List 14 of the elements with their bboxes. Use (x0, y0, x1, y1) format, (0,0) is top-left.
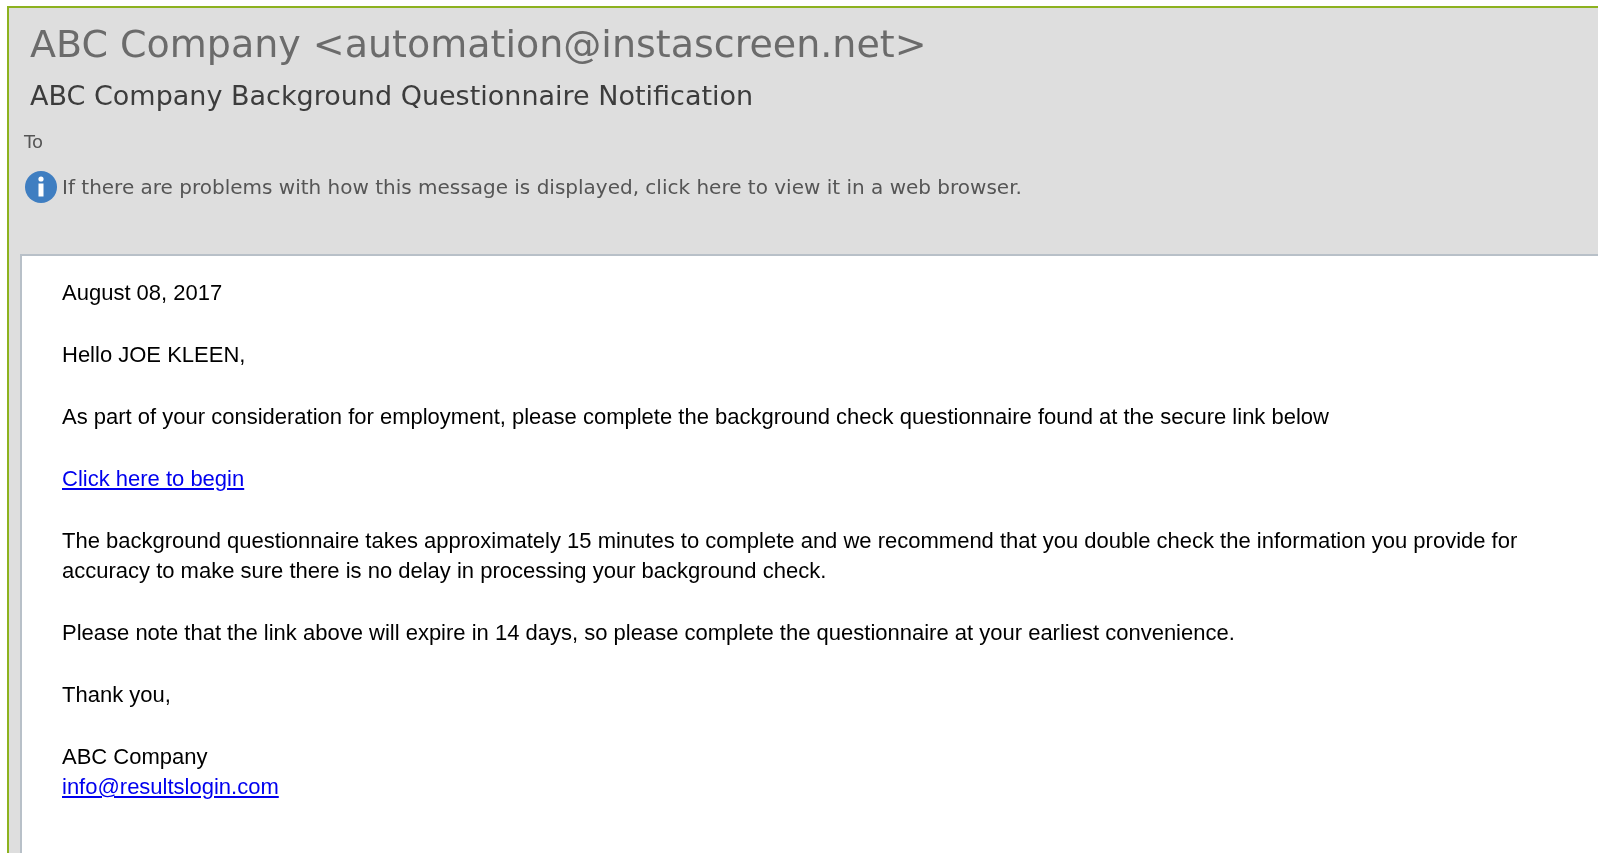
begin-link[interactable]: Click here to begin (62, 464, 245, 494)
sender: ABC Company <automation@instascreen.net> (29, 21, 928, 68)
body-text: The background questionnaire takes approximately 15 minutes to complete and we recommend that you double check the information you provide for accuracy to make sure there is no delay in processing your background check. (62, 527, 1519, 585)
body-text: Please note that the link above will expire in 14 days, so please complete the questionnaire at your earliest convenience. (62, 619, 1236, 647)
subject: ABC Company Background Questionnaire Notification (29, 79, 755, 113)
signature-name: ABC Company (62, 743, 208, 771)
info-bar-message[interactable]: If there are problems with how this message is displayed, click here to view it in a web browser. (62, 172, 1022, 202)
body-text: Thank you, (62, 681, 172, 709)
email-link[interactable]: info@resultslogin.com (62, 772, 279, 802)
body-text: August 08, 2017 (62, 279, 224, 307)
body-text: Hello JOE KLEEN, (62, 341, 247, 369)
body-text: As part of your consideration for employment, please complete the background check questionnaire found at the secure link below (62, 403, 1330, 431)
to-label: To (24, 130, 43, 154)
info-icon (24, 170, 58, 204)
